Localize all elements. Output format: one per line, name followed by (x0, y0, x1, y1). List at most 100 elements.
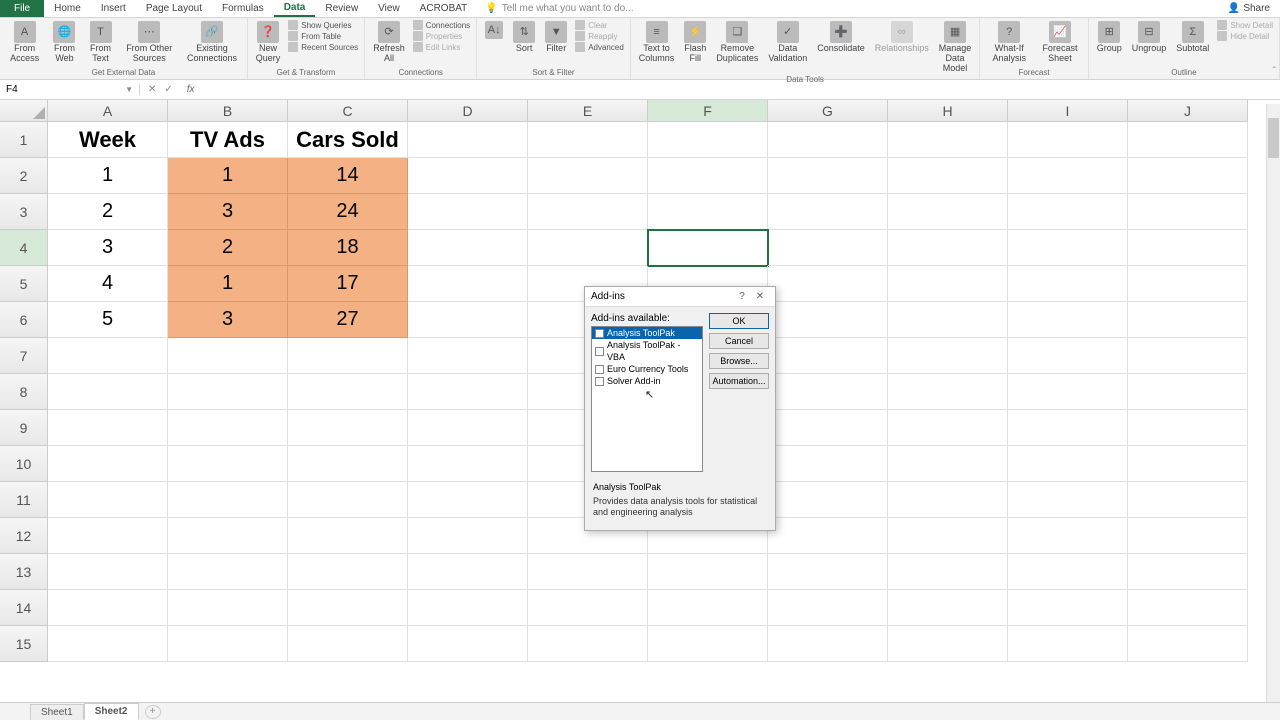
refresh-all-button[interactable]: ⟳Refresh All (371, 20, 407, 65)
cell-E15[interactable] (528, 626, 648, 662)
edit-links-button[interactable]: Edit Links (413, 42, 470, 52)
browse-button[interactable]: Browse... (709, 353, 769, 369)
cell-B9[interactable] (168, 410, 288, 446)
cell-I13[interactable] (1008, 554, 1128, 590)
cell-B2[interactable]: 1 (168, 158, 288, 194)
new-query-button[interactable]: ❓New Query (254, 20, 283, 65)
ok-button[interactable]: OK (709, 313, 769, 329)
cell-H12[interactable] (888, 518, 1008, 554)
column-header-G[interactable]: G (768, 100, 888, 122)
cell-A1[interactable]: Week (48, 122, 168, 158)
cell-J1[interactable] (1128, 122, 1248, 158)
cell-E13[interactable] (528, 554, 648, 590)
cell-F14[interactable] (648, 590, 768, 626)
cell-D3[interactable] (408, 194, 528, 230)
advanced-button[interactable]: Advanced (575, 42, 624, 52)
cell-J13[interactable] (1128, 554, 1248, 590)
from-web-button[interactable]: 🌐From Web (49, 20, 80, 65)
cell-D10[interactable] (408, 446, 528, 482)
row-header-10[interactable]: 10 (0, 446, 48, 482)
cell-G12[interactable] (768, 518, 888, 554)
cell-I7[interactable] (1008, 338, 1128, 374)
connections-button[interactable]: Connections (413, 20, 470, 30)
cell-I12[interactable] (1008, 518, 1128, 554)
addin-item[interactable]: Analysis ToolPak - VBA (592, 339, 702, 363)
dialog-titlebar[interactable]: Add-ins ? ✕ (585, 287, 775, 307)
forecast-sheet-button[interactable]: 📈Forecast Sheet (1038, 20, 1082, 65)
cell-B5[interactable]: 1 (168, 266, 288, 302)
cell-A9[interactable] (48, 410, 168, 446)
cell-A15[interactable] (48, 626, 168, 662)
select-all-corner[interactable] (0, 100, 48, 122)
cell-B8[interactable] (168, 374, 288, 410)
existing-connections-button[interactable]: 🔗Existing Connections (183, 20, 241, 65)
cell-F3[interactable] (648, 194, 768, 230)
cell-B13[interactable] (168, 554, 288, 590)
tab-data[interactable]: Data (274, 0, 316, 17)
row-header-9[interactable]: 9 (0, 410, 48, 446)
cell-F4[interactable] (648, 230, 768, 266)
cell-H10[interactable] (888, 446, 1008, 482)
cell-A8[interactable] (48, 374, 168, 410)
addin-item[interactable]: Solver Add-in (592, 375, 702, 387)
tab-home[interactable]: Home (44, 0, 91, 17)
reapply-button[interactable]: Reapply (575, 31, 624, 41)
cell-B15[interactable] (168, 626, 288, 662)
cell-D13[interactable] (408, 554, 528, 590)
column-header-B[interactable]: B (168, 100, 288, 122)
cell-A3[interactable]: 2 (48, 194, 168, 230)
cell-D15[interactable] (408, 626, 528, 662)
cell-A7[interactable] (48, 338, 168, 374)
help-button[interactable]: ? (733, 291, 751, 302)
share-button[interactable]: 👤Share (1218, 0, 1280, 17)
cell-D14[interactable] (408, 590, 528, 626)
cell-H9[interactable] (888, 410, 1008, 446)
row-header-11[interactable]: 11 (0, 482, 48, 518)
cell-C11[interactable] (288, 482, 408, 518)
cell-D5[interactable] (408, 266, 528, 302)
cell-C2[interactable]: 14 (288, 158, 408, 194)
cell-F1[interactable] (648, 122, 768, 158)
cell-J3[interactable] (1128, 194, 1248, 230)
cell-J12[interactable] (1128, 518, 1248, 554)
cell-C15[interactable] (288, 626, 408, 662)
cell-G13[interactable] (768, 554, 888, 590)
column-header-H[interactable]: H (888, 100, 1008, 122)
addin-item[interactable]: Euro Currency Tools (592, 363, 702, 375)
name-box[interactable]: F4▼ (0, 84, 140, 95)
cell-H4[interactable] (888, 230, 1008, 266)
cell-H8[interactable] (888, 374, 1008, 410)
tab-file[interactable]: File (0, 0, 44, 17)
cell-C3[interactable]: 24 (288, 194, 408, 230)
ungroup-button[interactable]: ⊟Ungroup (1130, 20, 1169, 55)
cell-G5[interactable] (768, 266, 888, 302)
cell-I9[interactable] (1008, 410, 1128, 446)
cell-I3[interactable] (1008, 194, 1128, 230)
cell-J5[interactable] (1128, 266, 1248, 302)
checkbox[interactable] (595, 365, 604, 374)
column-header-F[interactable]: F (648, 100, 768, 122)
cell-C6[interactable]: 27 (288, 302, 408, 338)
cell-G2[interactable] (768, 158, 888, 194)
cell-D1[interactable] (408, 122, 528, 158)
cell-C12[interactable] (288, 518, 408, 554)
vertical-scrollbar[interactable] (1266, 104, 1280, 702)
addins-list[interactable]: Analysis ToolPakAnalysis ToolPak - VBAEu… (591, 326, 703, 472)
text-to-columns-button[interactable]: ≡Text to Columns (637, 20, 677, 65)
cell-G11[interactable] (768, 482, 888, 518)
row-header-13[interactable]: 13 (0, 554, 48, 590)
cell-I15[interactable] (1008, 626, 1128, 662)
automation-button[interactable]: Automation... (709, 373, 769, 389)
cell-J9[interactable] (1128, 410, 1248, 446)
cell-J11[interactable] (1128, 482, 1248, 518)
cell-D12[interactable] (408, 518, 528, 554)
cell-A4[interactable]: 3 (48, 230, 168, 266)
cell-H6[interactable] (888, 302, 1008, 338)
relationships-button[interactable]: ∞Relationships (873, 20, 931, 55)
cell-I14[interactable] (1008, 590, 1128, 626)
fx-icon[interactable]: fx (181, 84, 201, 95)
enter-formula-button[interactable]: ✓ (164, 84, 172, 95)
row-header-1[interactable]: 1 (0, 122, 48, 158)
cancel-formula-button[interactable]: ✕ (148, 84, 156, 95)
column-header-C[interactable]: C (288, 100, 408, 122)
